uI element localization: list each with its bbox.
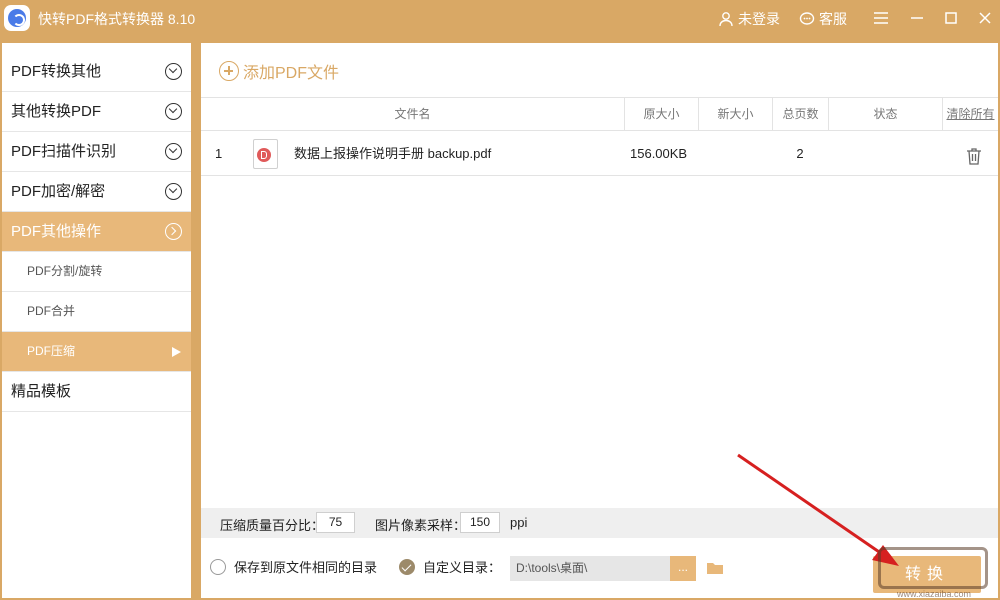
- sidebar-subitem-compress[interactable]: PDF压缩: [2, 332, 191, 372]
- app-title: 快转PDF格式转换器 8.10: [38, 11, 196, 27]
- custom-dir-option[interactable]: 自定义目录：: [399, 557, 501, 576]
- sidebar-item-label: 精品模板: [11, 383, 72, 400]
- add-circle-icon: [219, 61, 239, 81]
- sidebar-item-pdf-other-ops[interactable]: PDF其他操作: [2, 212, 191, 252]
- sidebar-item-other-to-pdf[interactable]: 其他转换PDF: [2, 92, 191, 132]
- table-header: 文件名 原大小 新大小 总页数 状态 清除所有: [201, 97, 998, 131]
- user-icon: [719, 12, 733, 27]
- radio-unchecked[interactable]: [210, 558, 226, 575]
- col-total-pages: 总页数: [772, 98, 828, 130]
- sidebar-item-label: PDF转换其他: [11, 63, 102, 80]
- col-new-size: 新大小: [698, 98, 772, 130]
- sidebar-item-pdf-to-other[interactable]: PDF转换其他: [2, 52, 191, 92]
- radio-checked[interactable]: [399, 558, 415, 575]
- quality-input[interactable]: 75: [316, 512, 355, 533]
- chevron-down-icon: [165, 143, 182, 160]
- save-same-dir-option[interactable]: 保存到原文件相同的目录: [210, 557, 377, 576]
- close-icon[interactable]: [973, 6, 997, 30]
- clear-all-link[interactable]: 清除所有: [942, 98, 998, 130]
- sidebar-subitem-merge[interactable]: PDF合并: [2, 292, 191, 332]
- ppi-input[interactable]: 150: [460, 512, 500, 533]
- compression-settings-bar: 压缩质量百分比： 75 图片像素采样： 150 ppi: [201, 508, 998, 538]
- login-button[interactable]: 未登录: [718, 9, 780, 29]
- chat-icon: [799, 12, 815, 25]
- folder-icon[interactable]: [706, 561, 724, 575]
- sidebar-subitem-label: PDF压缩: [27, 344, 76, 358]
- table-row[interactable]: 1 数据上报操作说明手册 backup.pdf 156.00KB 2: [201, 133, 998, 176]
- col-filename: 文件名: [394, 107, 431, 121]
- sidebar-subitem-split-rotate[interactable]: PDF分割/旋转: [2, 252, 191, 292]
- sidebar-item-label: 其他转换PDF: [11, 103, 102, 120]
- row-new-size: [698, 133, 772, 175]
- output-path-input[interactable]: D:\tools\桌面\: [510, 556, 670, 581]
- sidebar-item-templates[interactable]: 精品模板: [2, 372, 191, 412]
- col-original-size: 原大小: [624, 98, 698, 130]
- ppi-label: 图片像素采样：: [375, 518, 467, 533]
- main-panel: 添加PDF文件 文件名 原大小 新大小 总页数 状态 清除所有 1 数据上报操作…: [201, 43, 998, 598]
- row-status: [828, 133, 942, 175]
- chevron-down-icon: [165, 63, 182, 80]
- login-label: 未登录: [738, 11, 780, 27]
- sidebar: PDF转换其他 其他转换PDF PDF扫描件识别 PDF加密/解密 PDF其他操…: [2, 43, 191, 598]
- trash-icon[interactable]: [966, 147, 982, 165]
- maximize-icon[interactable]: [939, 6, 963, 30]
- app-logo-icon: [4, 5, 30, 31]
- row-filename: 数据上报操作说明手册 backup.pdf: [294, 146, 492, 161]
- customer-service-label: 客服: [819, 11, 847, 27]
- chevron-down-icon: [165, 103, 182, 120]
- chevron-right-icon: [165, 223, 182, 240]
- pdf-file-icon: [253, 139, 278, 169]
- add-pdf-label: 添加PDF文件: [243, 65, 340, 82]
- sidebar-subitem-label: PDF合并: [27, 304, 76, 318]
- col-status: 状态: [828, 98, 942, 130]
- ppi-unit: ppi: [510, 515, 528, 530]
- watermark-logo: [878, 547, 988, 589]
- sidebar-item-label: PDF扫描件识别: [11, 143, 117, 160]
- sidebar-item-pdf-scan-ocr[interactable]: PDF扫描件识别: [2, 132, 191, 172]
- row-total-pages: 2: [796, 146, 804, 161]
- sidebar-subitem-label: PDF分割/旋转: [27, 264, 103, 278]
- menu-icon[interactable]: [869, 6, 893, 30]
- sidebar-item-label: PDF其他操作: [11, 223, 102, 240]
- row-index: 1: [215, 146, 223, 161]
- add-pdf-button[interactable]: 添加PDF文件: [219, 59, 339, 83]
- sidebar-item-label: PDF加密/解密: [11, 183, 106, 200]
- minimize-icon[interactable]: [905, 6, 929, 30]
- save-same-dir-label: 保存到原文件相同的目录: [234, 560, 378, 575]
- row-original-size: 156.00KB: [630, 146, 688, 161]
- chevron-down-icon: [165, 183, 182, 200]
- quality-label: 压缩质量百分比：: [220, 518, 325, 533]
- title-bar: 快转PDF格式转换器 8.10 未登录 客服: [0, 0, 1000, 36]
- customer-service-button[interactable]: 客服: [799, 9, 847, 29]
- browse-button[interactable]: ...: [670, 556, 696, 581]
- watermark-text: www.xiazaiba.com: [897, 589, 972, 599]
- sidebar-item-pdf-encrypt-decrypt[interactable]: PDF加密/解密: [2, 172, 191, 212]
- custom-dir-label: 自定义目录：: [423, 560, 502, 575]
- play-icon: [172, 347, 181, 357]
